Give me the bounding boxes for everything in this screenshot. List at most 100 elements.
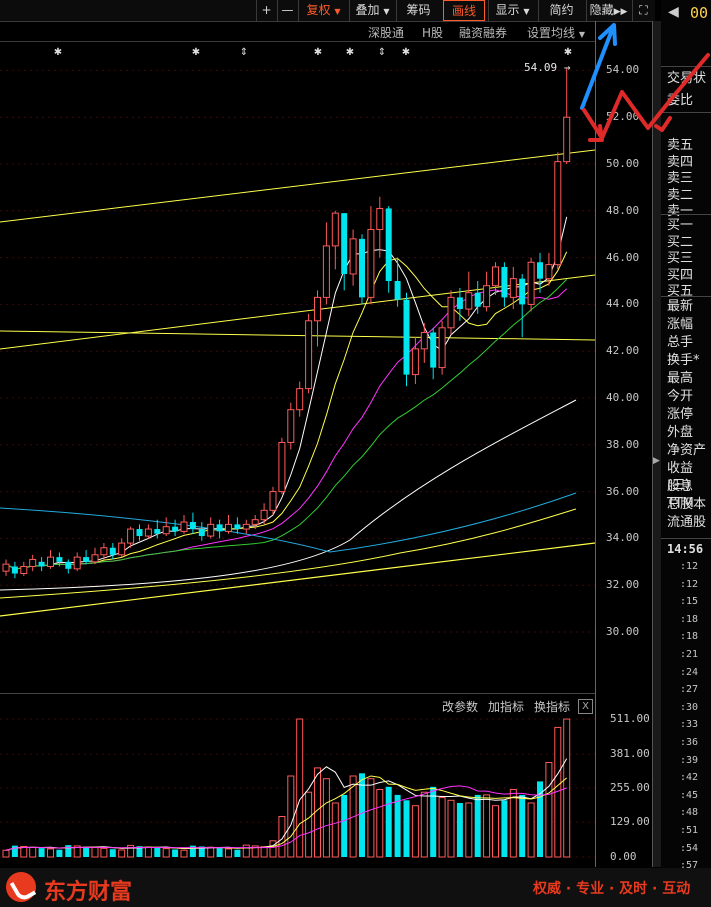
time-tick-label: :45 [680,789,699,801]
candle-body [38,561,45,567]
fuquan-label: 复权 [306,3,331,17]
sell-level-label: 卖三 [667,171,694,186]
chevron-down-icon: ▼ [334,7,341,16]
left-arrow-icon[interactable]: ◀ [668,4,679,20]
volume-bar [242,844,250,858]
volume-bar [144,846,152,858]
candle-body [554,161,562,266]
candle-body [465,292,473,310]
jiazhibiao-button[interactable]: 加指标 [488,698,524,715]
volume-bar [180,849,188,858]
candle-body [20,565,28,574]
candle-body [154,529,161,534]
jianyue-button[interactable]: 简约 [538,0,584,21]
sell-level-label: 卖二 [667,187,694,203]
hgu-link[interactable]: H股 [422,24,443,41]
close-icon[interactable]: X [578,699,593,714]
candle-body [545,264,553,280]
candle-body [411,348,419,376]
candle-body [314,296,321,322]
candle-body [198,529,205,537]
candle-body [109,547,116,555]
fuquan-button[interactable]: 复权 ▼ [298,0,348,21]
candle-body [322,245,330,298]
candle-body [269,491,277,511]
time-tick-label: :12 [680,561,699,572]
panel-divider [661,538,711,539]
candle-body [73,556,81,570]
price-tick-label: 32.00 [606,578,640,592]
candle-body [127,528,135,544]
candle-body [2,563,10,572]
candle-body [501,266,508,298]
time-tick-label: :54 [680,842,699,854]
time-tick-label: :27 [680,684,699,696]
candle-body [225,523,232,532]
event-markers: ✱ ✱ ⇕ ✱ ✱ ⇕ ✱ ✱ [54,47,572,58]
price-tick-label: 36.00 [606,484,640,498]
event-marker-icon: ✱ [54,47,62,58]
rongzi-link[interactable]: 融资融券 [459,24,507,41]
candle-body [234,524,241,530]
shengutong-link[interactable]: 深股通 [368,24,404,41]
volume-bar [109,849,116,857]
yincang-button[interactable]: 隐藏▶▶ [586,0,630,21]
volume-bar [296,718,304,858]
huaxian-button[interactable]: 画线 [443,0,485,21]
volume-tick-label: 511.00 [610,712,650,726]
annotation-arrows [580,23,710,142]
gaicanshu-button[interactable]: 改参数 [442,698,478,715]
candle-body [341,213,348,274]
huanzhibiao-button[interactable]: 换指标 [534,698,570,715]
time-tick-label: :24 [680,666,699,678]
chouma-button[interactable]: 筹码 [396,0,440,21]
trend-line-lower [0,542,596,617]
ma-line [5,279,568,570]
volume-bar [509,789,517,858]
time-header: 14:56 [667,542,704,556]
ma-long-cyan [0,492,577,553]
candle-body [11,566,18,574]
price-tick-label: 46.00 [606,250,640,264]
event-marker-icon: ✱ [346,47,354,58]
volume-bar [38,848,45,857]
candle-body [438,327,446,369]
candle-body [385,208,392,281]
zoom-out-button[interactable]: — [277,0,297,21]
candle-body [296,388,304,411]
stat-label: 最高 [667,371,694,386]
time-tick-label: :30 [680,701,699,713]
stat-label: 流通股 [667,515,707,530]
candle-body [144,528,152,537]
candle-body [420,331,428,350]
buy-level-label: 买二 [667,234,694,250]
volume-bar [216,848,223,857]
candle-body [394,281,401,300]
volume-bar [385,786,392,857]
volume-bar [65,845,72,857]
collapse-arrow-icon[interactable]: ▶ [653,456,660,470]
chart-border-left [0,693,595,694]
zoom-in-button[interactable]: + [256,0,276,21]
candle-body [537,262,543,279]
fullscreen-button[interactable]: ⛶ [632,0,654,21]
candle-body [376,207,384,231]
volume-tick-label: 129.00 [610,815,650,829]
volume-bar [341,794,348,857]
brand-name: 东方财富 [44,880,133,905]
double-arrow-icon: ▶▶ [613,7,628,17]
candle-body [172,526,179,532]
diejia-label: 叠加 [355,3,380,17]
volume-bar [376,789,384,858]
ma-line [5,251,568,570]
time-tick-label: :18 [680,631,699,643]
volume-bar [447,799,455,858]
diejia-button[interactable]: 叠加 ▼ [349,0,395,21]
volume-bar [359,773,365,857]
xianshi-button[interactable]: 显示 ▼ [488,0,536,21]
volume-bar [331,802,339,858]
volume-bar [91,847,99,858]
chevron-down-icon: ▼ [523,7,530,16]
time-tick-label: :36 [680,737,699,748]
kline-chart[interactable]: ✱ ✱ ⇕ ✱ ✱ ⇕ ✱ ✱ [0,42,596,868]
